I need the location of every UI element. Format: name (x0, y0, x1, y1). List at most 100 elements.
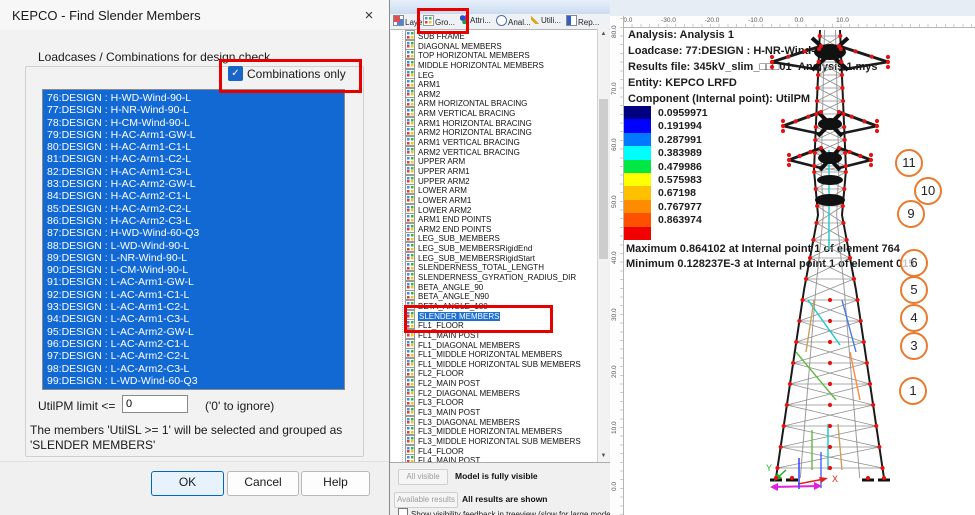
tree-item[interactable]: LOWER ARM2 (391, 204, 597, 214)
close-icon[interactable]: × (358, 6, 380, 26)
all-visible-button[interactable]: All visible (398, 469, 448, 485)
tree-item[interactable]: ARM2 END POINTS (391, 223, 597, 233)
tree-item[interactable]: ARM1 END POINTS (391, 213, 597, 223)
loadcase-item[interactable]: 80:DESIGN : H-AC-Arm1-C1-L (43, 141, 344, 153)
tree-item[interactable]: UPPER ARM (391, 155, 597, 165)
tree-item[interactable]: ARM2 VERTICAL BRACING (391, 146, 597, 156)
legend-color-block (624, 146, 651, 159)
group-icon (405, 367, 415, 377)
tab-reports[interactable]: Rep... (566, 15, 599, 28)
loadcase-item[interactable]: 93:DESIGN : L-AC-Arm1-C2-L (43, 301, 344, 313)
loadcase-item[interactable]: 77:DESIGN : H-NR-Wind-90-L (43, 104, 344, 116)
loadcase-item[interactable]: 99:DESIGN : L-WD-Wind-60-Q3 (43, 375, 344, 387)
scroll-up-icon[interactable]: ▲ (598, 29, 609, 40)
loadcase-item[interactable]: 78:DESIGN : H-CM-Wind-90-L (43, 117, 344, 129)
loadcase-item[interactable]: 86:DESIGN : H-AC-Arm2-C3-L (43, 215, 344, 227)
tree-item[interactable]: FL3_MAIN POST (391, 406, 597, 416)
groups-tree[interactable]: SUB FRAMEDIAGONAL MEMBERSTOP HORIZONTAL … (391, 29, 597, 463)
tree-item[interactable]: UPPER ARM2 (391, 175, 597, 185)
tree-item[interactable]: FL2_DIAGONAL MEMBERS (391, 387, 597, 397)
utilpm-limit-label: UtilPM limit <= (38, 399, 115, 413)
loadcase-item[interactable]: 85:DESIGN : H-AC-Arm2-C2-L (43, 203, 344, 215)
loadcase-item[interactable]: 95:DESIGN : L-AC-Arm2-GW-L (43, 326, 344, 338)
group-icon (405, 396, 415, 406)
tree-item[interactable]: FL3_FLOOR (391, 396, 597, 406)
group-icon (405, 387, 415, 397)
tree-item[interactable]: ARM1 HORIZONTAL BRACING (391, 117, 597, 127)
group-icon (405, 281, 415, 291)
tree-item[interactable]: MIDDLE HORIZONTAL MEMBERS (391, 59, 597, 69)
loadcase-item[interactable]: 82:DESIGN : H-AC-Arm1-C3-L (43, 166, 344, 178)
utilpm-limit-input[interactable] (122, 395, 188, 413)
tree-scrollbar[interactable]: ▲ ▼ (597, 29, 609, 462)
tab-utilities[interactable]: Utili... (531, 15, 561, 28)
loadcase-item[interactable]: 83:DESIGN : H-AC-Arm2-GW-L (43, 178, 344, 190)
loadcase-item[interactable]: 89:DESIGN : L-NR-Wind-90-L (43, 252, 344, 264)
tree-item[interactable]: SLENDERNESS_TOTAL_LENGTH (391, 261, 597, 271)
tree-item[interactable]: TOP HORIZONTAL MEMBERS (391, 49, 597, 59)
loadcase-list[interactable]: 76:DESIGN : H-WD-Wind-90-L77:DESIGN : H-… (42, 89, 345, 390)
ruler-x-label: 10.0 (836, 17, 849, 24)
available-results-button[interactable]: Available results (394, 492, 458, 508)
scroll-down-icon[interactable]: ▼ (598, 451, 609, 462)
tree-item[interactable]: DIAGONAL MEMBERS (391, 40, 597, 50)
note-line2: 'SLENDER MEMBERS' (30, 438, 155, 452)
tree-item[interactable]: LOWER ARM1 (391, 194, 597, 204)
loadcase-item[interactable]: 96:DESIGN : L-AC-Arm2-C1-L (43, 338, 344, 350)
tree-item[interactable]: LOWER ARM (391, 184, 597, 194)
tree-item[interactable]: ARM2 (391, 88, 597, 98)
loadcase-item[interactable]: 79:DESIGN : H-AC-Arm1-GW-L (43, 129, 344, 141)
tree-item[interactable]: ARM HORIZONTAL BRACING (391, 97, 597, 107)
legend-value: 0.287991 (658, 134, 702, 146)
report-icon (566, 15, 577, 26)
ruler-y-label: 10.0 (611, 414, 618, 434)
tree-item[interactable]: FL1_MIDDLE HORIZONTAL MEMBERS (391, 348, 597, 358)
tree-item[interactable]: LEG (391, 69, 597, 79)
loadcase-item[interactable]: 81:DESIGN : H-AC-Arm1-C2-L (43, 153, 344, 165)
tab-analyses[interactable]: Anal... (496, 15, 531, 28)
tree-item[interactable]: LEG_SUB_MEMBERS (391, 232, 597, 242)
loadcase-item[interactable]: 84:DESIGN : H-AC-Arm2-C1-L (43, 190, 344, 202)
legend-color-block (624, 173, 651, 186)
tree-item[interactable]: LEG_SUB_MEMBERSRigidStart (391, 252, 597, 262)
group-icon (405, 261, 415, 271)
all-visible-status: Model is fully visible (455, 471, 538, 481)
loadcase-item[interactable]: 76:DESIGN : H-WD-Wind-90-L (43, 92, 344, 104)
loadcase-item[interactable]: 91:DESIGN : L-AC-Arm1-GW-L (43, 276, 344, 288)
loadcase-item[interactable]: 92:DESIGN : L-AC-Arm1-C1-L (43, 289, 344, 301)
tree-item[interactable]: SLENDERNESS_GYRATION_RADIUS_DIR (391, 271, 597, 281)
tree-item[interactable]: FL4_FLOOR (391, 445, 597, 455)
tree-item[interactable]: FL2_FLOOR (391, 367, 597, 377)
tree-item[interactable]: BETA_ANGLE_N90 (391, 290, 597, 300)
available-results-status: All results are shown (462, 494, 548, 504)
group-icon (405, 339, 415, 349)
tree-item[interactable]: FL1_DIAGONAL MEMBERS (391, 339, 597, 349)
tree-item[interactable]: FL1_MIDDLE HORIZONTAL SUB MEMBERS (391, 358, 597, 368)
tree-item[interactable]: BETA_ANGLE_90 (391, 281, 597, 291)
tree-item[interactable]: ARM2 HORIZONTAL BRACING (391, 126, 597, 136)
loadcase-item[interactable]: 98:DESIGN : L-AC-Arm2-C3-L (43, 363, 344, 375)
loadcase-item[interactable]: 88:DESIGN : L-WD-Wind-90-L (43, 240, 344, 252)
cancel-button[interactable]: Cancel (227, 471, 299, 496)
help-button[interactable]: Help (301, 471, 370, 496)
tree-item[interactable]: UPPER ARM1 (391, 165, 597, 175)
tree-item[interactable]: LEG_SUB_MEMBERSRigidEnd (391, 242, 597, 252)
dialog-titlebar: KEPCO - Find Slender Members × (0, 0, 389, 30)
ok-button[interactable]: OK (151, 471, 224, 496)
group-icon (405, 435, 415, 445)
tree-item[interactable]: ARM VERTICAL BRACING (391, 107, 597, 117)
visibility-feedback-checkbox[interactable]: Show visibility feedback in treeview (sl… (398, 508, 619, 515)
tree-item[interactable]: FL2_MAIN POST (391, 377, 597, 387)
loadcase-item[interactable]: 94:DESIGN : L-AC-Arm1-C3-L (43, 313, 344, 325)
analysis-text: Analysis: Analysis 1 (628, 29, 734, 41)
scrollbar-thumb[interactable] (599, 99, 608, 259)
loadcase-item[interactable]: 97:DESIGN : L-AC-Arm2-C2-L (43, 350, 344, 362)
tree-item[interactable]: FL3_DIAGONAL MEMBERS (391, 416, 597, 426)
legend-color-block (624, 200, 651, 213)
loadcase-item[interactable]: 90:DESIGN : L-CM-Wind-90-L (43, 264, 344, 276)
tree-item[interactable]: FL3_MIDDLE HORIZONTAL MEMBERS (391, 425, 597, 435)
tree-item[interactable]: ARM1 (391, 78, 597, 88)
tree-item[interactable]: FL3_MIDDLE HORIZONTAL SUB MEMBERS (391, 435, 597, 445)
tree-item[interactable]: ARM1 VERTICAL BRACING (391, 136, 597, 146)
loadcase-item[interactable]: 87:DESIGN : H-WD-Wind-60-Q3 (43, 227, 344, 239)
